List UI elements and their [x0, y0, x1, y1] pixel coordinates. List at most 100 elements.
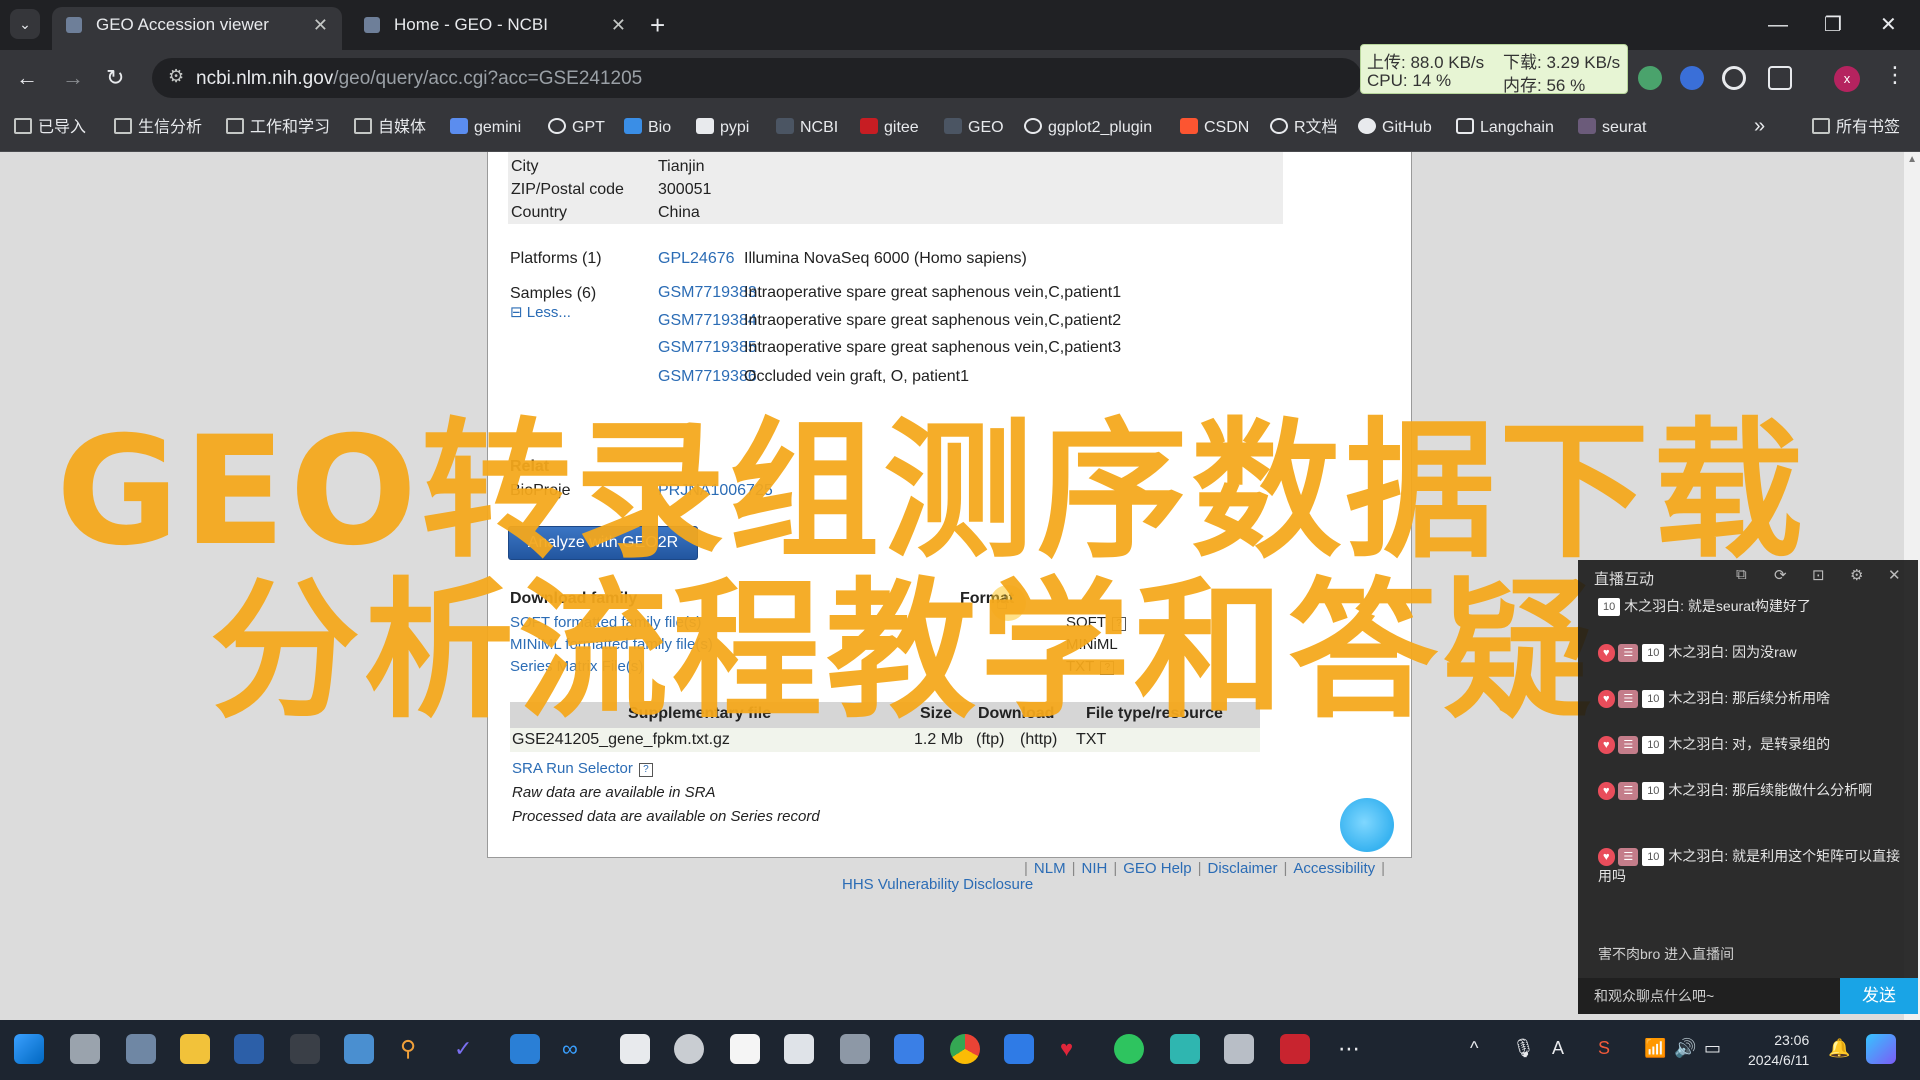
sample-link[interactable]: GSM7719385	[658, 339, 757, 357]
help-icon[interactable]: ?	[638, 763, 653, 777]
microphone-icon[interactable]: 🎙	[1512, 1038, 1535, 1059]
platform-link[interactable]: GPL24676	[658, 250, 735, 268]
sample-description: Intraoperative spare great saphenous vei…	[744, 339, 1122, 356]
feishu-icon[interactable]	[894, 1034, 924, 1064]
file-explorer-icon[interactable]	[180, 1034, 210, 1064]
mail-app-icon[interactable]	[126, 1034, 156, 1064]
search-everything-icon[interactable]: ⚲	[400, 1034, 416, 1064]
footer-link-nlm[interactable]: NLM	[1034, 860, 1066, 877]
wechat-icon[interactable]	[1114, 1034, 1144, 1064]
globe-icon	[1270, 118, 1288, 134]
platform-description: Illumina NovaSeq 6000 (Homo sapiens)	[744, 250, 1027, 267]
forward-arrow-icon[interactable]: →	[62, 63, 84, 93]
notepad-app-icon[interactable]	[840, 1034, 870, 1064]
system-clock[interactable]: 23:06 2024/6/11	[1748, 1030, 1809, 1070]
footer-link-geo-help[interactable]: GEO Help	[1123, 860, 1191, 877]
profile-avatar[interactable]: x	[1834, 66, 1860, 92]
tab-search-icon[interactable]: ⌄	[10, 9, 40, 39]
typora-icon[interactable]	[730, 1034, 760, 1064]
tab-close-icon[interactable]: ✕	[313, 7, 328, 43]
bookmark-folder-all[interactable]: 所有书签	[1812, 116, 1900, 140]
capcut-icon[interactable]	[620, 1034, 650, 1064]
plugin-app-icon[interactable]	[784, 1034, 814, 1064]
obs-app-icon[interactable]	[1224, 1034, 1254, 1064]
bookmark-geo[interactable]: GEO	[944, 116, 1004, 140]
chat-send-button[interactable]: 发送	[1840, 978, 1918, 1014]
bookmark-pypi[interactable]: pypi	[696, 116, 749, 140]
notification-bell-icon[interactable]: 🔔	[1828, 1038, 1850, 1059]
bookmark-gitee[interactable]: gitee	[860, 116, 919, 140]
bookmark-label: 工作和学习	[250, 119, 331, 136]
tab-geo-accession-viewer[interactable]: GEO Accession viewer ✕	[52, 7, 342, 50]
restore-icon[interactable]: ❐	[1824, 8, 1842, 42]
chat-close-icon[interactable]: ✕	[1888, 566, 1901, 584]
new-tab-plus-icon[interactable]: +	[650, 8, 665, 42]
extension-icon[interactable]	[1680, 66, 1704, 90]
bookmark-github[interactable]: GitHub	[1358, 116, 1432, 140]
terminal-icon[interactable]	[290, 1034, 320, 1064]
reload-icon[interactable]: ↻	[106, 63, 124, 93]
bookmark-r-docs[interactable]: R文档	[1270, 116, 1338, 140]
back-arrow-icon[interactable]: ←	[16, 63, 38, 93]
minimize-icon[interactable]: —	[1768, 8, 1788, 42]
site-info-icon[interactable]: ⚙	[168, 66, 184, 87]
battery-icon[interactable]: ▭	[1704, 1038, 1721, 1059]
footer-link-nih[interactable]: NIH	[1081, 860, 1107, 877]
tray-chevron-up-icon[interactable]: ^	[1470, 1038, 1478, 1059]
scroll-up-icon[interactable]: ▲	[1907, 154, 1917, 165]
outlook-icon[interactable]	[1004, 1034, 1034, 1064]
url-text[interactable]: ncbi.nlm.nih.gov/geo/query/acc.cgi?acc=G…	[196, 68, 642, 90]
extension-icon[interactable]	[1722, 66, 1746, 90]
chrome-icon[interactable]	[950, 1034, 980, 1064]
infinity-app-icon[interactable]: ∞	[562, 1034, 578, 1064]
start-windows-icon[interactable]	[14, 1034, 44, 1064]
chat-settings-gear-icon[interactable]: ⚙	[1850, 566, 1863, 584]
sra-run-selector-link[interactable]: SRA Run Selector?	[512, 760, 653, 777]
bookmark-langchain[interactable]: Langchain	[1456, 116, 1554, 140]
address-bar[interactable]: ⚙ ncbi.nlm.nih.gov/geo/query/acc.cgi?acc…	[152, 58, 1362, 98]
sogou-ime-icon[interactable]: S	[1598, 1038, 1610, 1059]
remote-desktop-icon[interactable]	[344, 1034, 374, 1064]
input-method-icon[interactable]: A	[1552, 1038, 1564, 1059]
hhs-vulnerability-link[interactable]: HHS Vulnerability Disclosure	[842, 876, 1033, 893]
footer-link-accessibility[interactable]: Accessibility	[1293, 860, 1375, 877]
sample-link[interactable]: GSM7719384	[658, 312, 757, 330]
bookmark-seurat[interactable]: seurat	[1578, 116, 1646, 140]
tab-close-icon[interactable]: ✕	[611, 7, 626, 43]
bookmark-folder-work[interactable]: 工作和学习	[226, 116, 330, 140]
bookmark-ggplot2-plugin[interactable]: ggplot2_plugin	[1024, 116, 1152, 140]
bookmark-folder-imported[interactable]: 已导入	[14, 116, 86, 140]
puzzle-extensions-icon[interactable]	[1768, 66, 1792, 90]
vpn-app-icon[interactable]	[674, 1034, 704, 1064]
bookmark-folder-media[interactable]: 自媒体	[354, 116, 426, 140]
footer-link-disclaimer[interactable]: Disclaimer	[1208, 860, 1278, 877]
more-menu-icon[interactable]: ⋮	[1884, 62, 1906, 88]
wps-icon[interactable]	[1280, 1034, 1310, 1064]
bookmark-csdn[interactable]: CSDN	[1180, 116, 1249, 140]
volume-icon[interactable]: 🔊	[1674, 1038, 1696, 1059]
wifi-icon[interactable]: 📶	[1644, 1038, 1666, 1059]
bookmark-bio[interactable]: Bio	[624, 116, 671, 140]
bookmarks-overflow-chevron-icon[interactable]: »	[1754, 114, 1765, 138]
todo-check-icon[interactable]: ✓	[454, 1034, 472, 1064]
task-view-icon[interactable]	[70, 1034, 100, 1064]
powershell-icon[interactable]	[234, 1034, 264, 1064]
bookmark-folder-bioinfo[interactable]: 生信分析	[114, 116, 202, 140]
heart-app-icon[interactable]: ♥	[1060, 1034, 1073, 1064]
tab-geo-home[interactable]: Home - GEO - NCBI ✕	[350, 7, 640, 50]
more-apps-ellipsis-icon[interactable]: ⋯	[1338, 1034, 1360, 1064]
vscode-icon[interactable]	[510, 1034, 540, 1064]
bookmark-ncbi[interactable]: NCBI	[776, 116, 838, 140]
extension-icon[interactable]	[1638, 66, 1662, 90]
copilot-icon[interactable]	[1866, 1034, 1896, 1064]
samples-less-toggle[interactable]: ⊟ Less...	[510, 303, 571, 321]
window-close-icon[interactable]: ✕	[1880, 8, 1897, 42]
chat-lock-icon[interactable]: ⊡	[1812, 566, 1825, 584]
notes-app-icon[interactable]	[1170, 1034, 1200, 1064]
chat-input[interactable]: 和观众聊点什么吧~	[1578, 978, 1840, 1014]
chat-refresh-icon[interactable]: ⟳	[1774, 566, 1787, 584]
bookmark-gemini[interactable]: gemini	[450, 116, 521, 140]
chat-popout-icon[interactable]: ⧉	[1736, 566, 1747, 583]
bookmark-gpt[interactable]: GPT	[548, 116, 605, 140]
sample-link[interactable]: GSM7719383	[658, 284, 757, 302]
